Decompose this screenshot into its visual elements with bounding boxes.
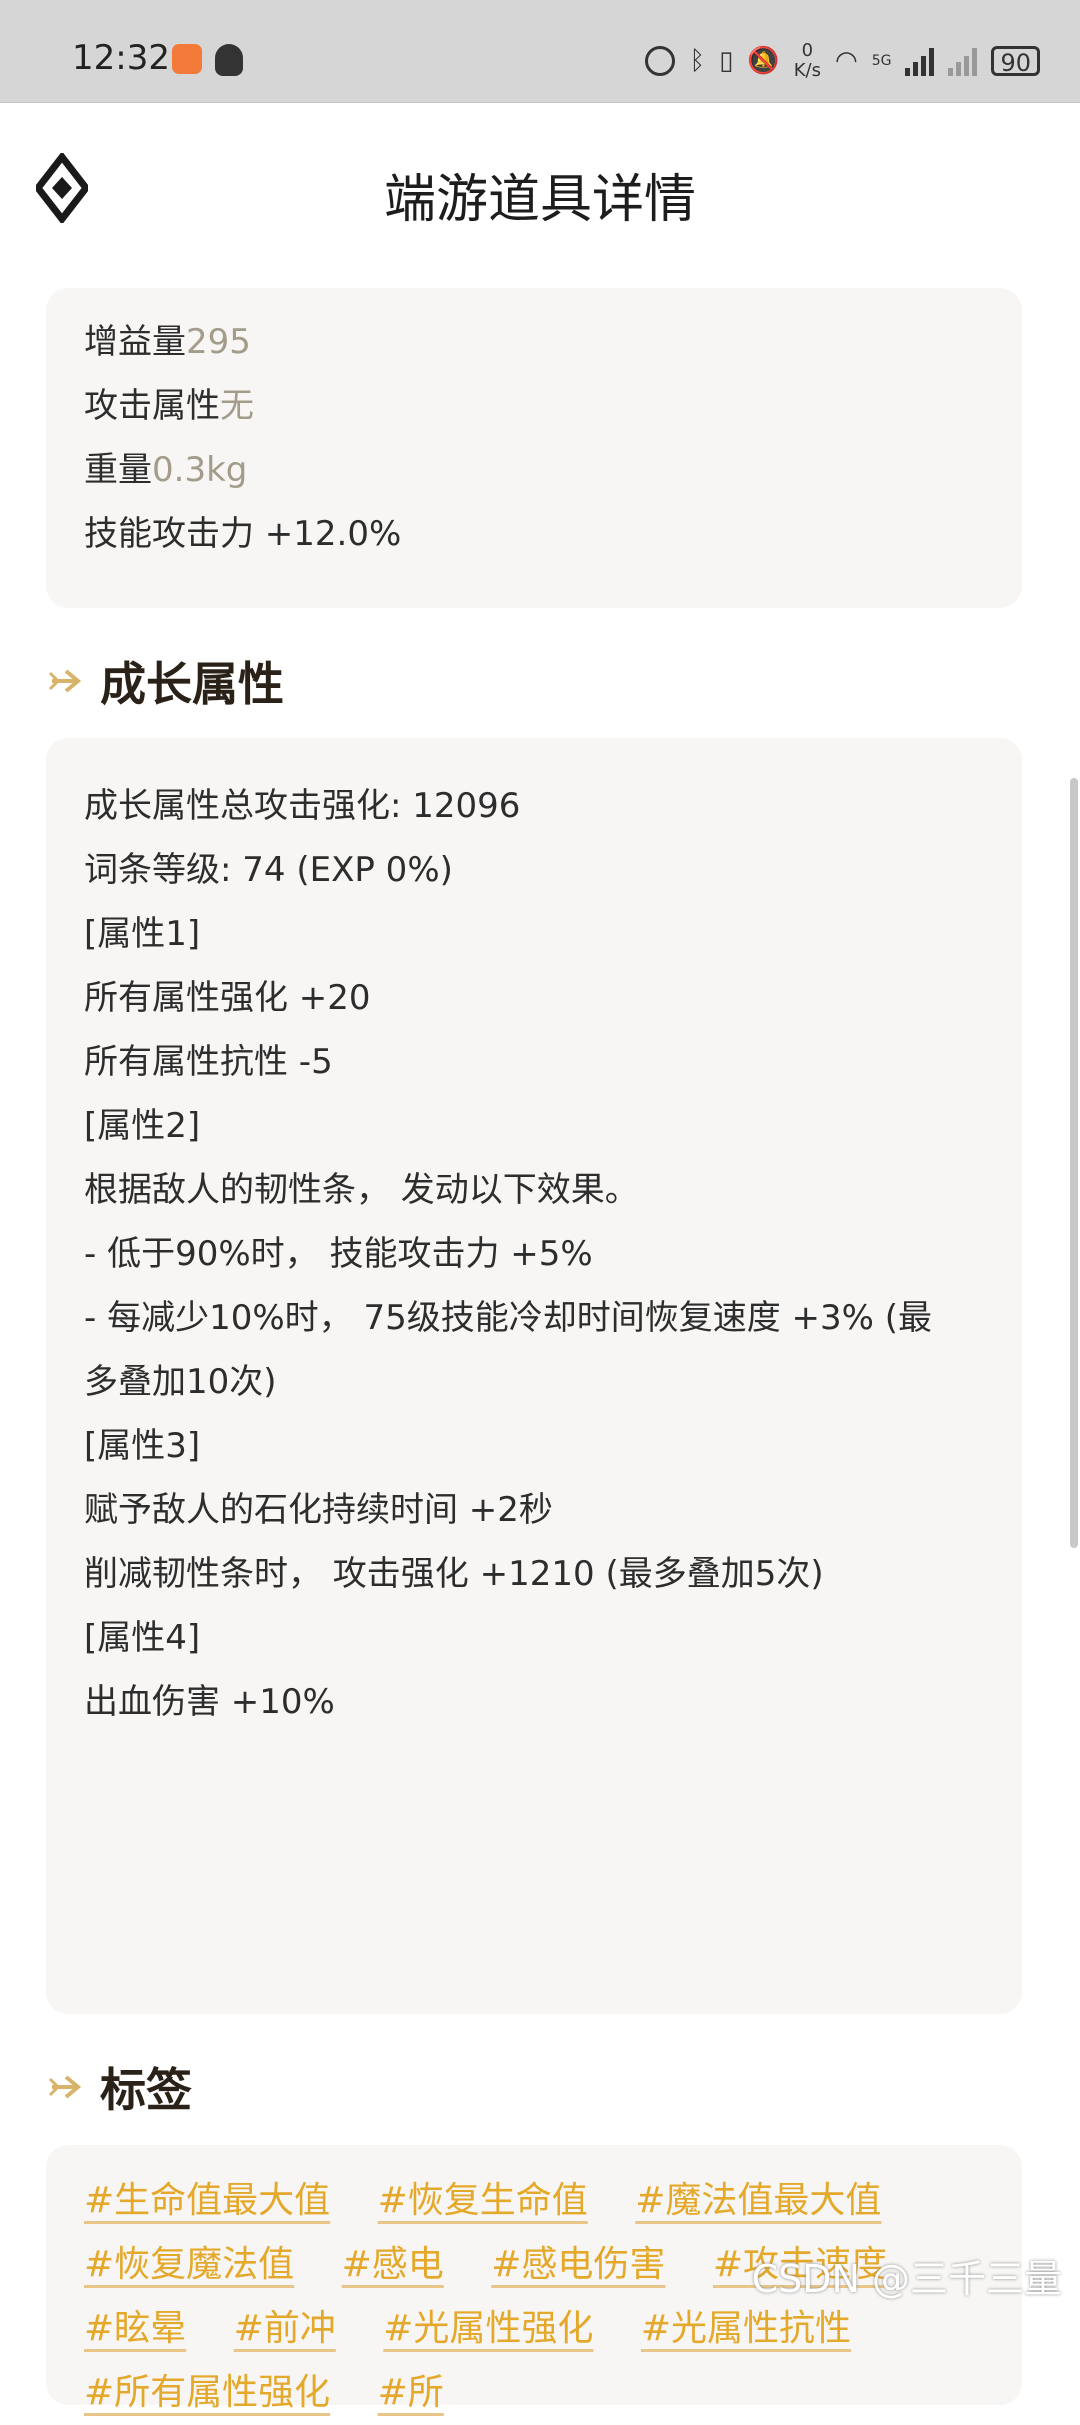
growth-line: 削减韧性条时， 攻击强化 +1210 (最多叠加5次) xyxy=(84,1554,824,1594)
vibrate-icon: ▯ xyxy=(719,46,734,76)
scrollbar[interactable] xyxy=(1070,778,1078,1548)
tag-link[interactable]: #眩晕 xyxy=(84,2308,186,2349)
tag-link[interactable]: #恢复生命值 xyxy=(378,2180,588,2221)
tag-link[interactable]: #所有属性强化 xyxy=(84,2372,330,2413)
signal-strength-icon xyxy=(905,46,935,76)
qq-notification-icon xyxy=(215,44,243,76)
app-notification-icon xyxy=(172,44,202,74)
basic-attributes-card: 增益量295 攻击属性无 重量0.3kg 技能攻击力 +12.0% xyxy=(46,288,1022,608)
page-title: 端游道具详情 xyxy=(383,170,696,230)
growth-line: [属性3] xyxy=(84,1426,201,1466)
growth-section-title: 成长属性 xyxy=(100,657,284,711)
tag-link[interactable]: #前冲 xyxy=(234,2308,336,2349)
attr-weight: 重量0.3kg xyxy=(84,450,248,490)
tag-link[interactable]: #所 xyxy=(378,2372,444,2413)
tags-section-title: 标签 xyxy=(100,2063,192,2117)
growth-line: [属性1] xyxy=(84,914,201,954)
app-header: 端游道具详情 xyxy=(0,103,1080,268)
signal-sim2-icon xyxy=(948,46,978,76)
tag-link[interactable]: #感电 xyxy=(342,2244,444,2285)
bluetooth-icon: ᛒ xyxy=(689,46,706,76)
growth-line: 出血伤害 +10% xyxy=(84,1682,335,1722)
tag-link[interactable]: #感电伤害 xyxy=(491,2244,665,2285)
wifi-icon: ◠ xyxy=(835,46,858,76)
battery-indicator: 90 xyxy=(991,46,1040,77)
attr-gain: 增益量295 xyxy=(84,322,251,362)
tags-section-header: 标签 xyxy=(46,2052,192,2122)
growth-line: [属性2] xyxy=(84,1106,201,1146)
net-speed: 0 K/s xyxy=(793,40,821,81)
growth-line: 根据敌人的韧性条， 发动以下效果。 xyxy=(84,1170,639,1210)
growth-line: 赋予敌人的石化持续时间 +2秒 xyxy=(84,1490,553,1530)
tag-link[interactable]: #生命值最大值 xyxy=(84,2180,330,2221)
growth-line: [属性4] xyxy=(84,1618,201,1658)
tag-link[interactable]: #恢复魔法值 xyxy=(84,2244,294,2285)
growth-section-header: 成长属性 xyxy=(46,646,284,716)
growth-line: 成长属性总攻击强化: 12096 xyxy=(84,786,521,826)
network-type: 5G xyxy=(871,53,892,69)
status-bar: 12:32 ᛒ ▯ 🔕 0 K/s ◠ 5G 90 xyxy=(0,0,1080,103)
alarm-icon xyxy=(645,46,676,76)
attr-skill-attack: 技能攻击力 +12.0% xyxy=(84,514,402,554)
growth-line: 所有属性强化 +20 xyxy=(84,978,371,1018)
growth-line: 多叠加10次) xyxy=(84,1362,277,1402)
attr-attack-element: 攻击属性无 xyxy=(84,386,254,426)
watermark: CSDN @三千三量 xyxy=(751,2257,1062,2301)
growth-line: - 低于90%时， 技能攻击力 +5% xyxy=(84,1234,593,1274)
status-time: 12:32 xyxy=(72,38,170,78)
section-arrow-icon xyxy=(48,2075,82,2099)
tag-link[interactable]: #光属性强化 xyxy=(383,2308,593,2349)
status-icons: ᛒ ▯ 🔕 0 K/s ◠ 5G 90 xyxy=(645,36,1040,86)
growth-line: 词条等级: 74 (EXP 0%) xyxy=(84,850,453,890)
section-arrow-icon xyxy=(48,669,82,693)
tag-link[interactable]: #光属性抗性 xyxy=(641,2308,851,2349)
growth-line: - 每减少10%时， 75级技能冷却时间恢复速度 +3% (最 xyxy=(84,1298,933,1338)
growth-attributes-card: 成长属性总攻击强化: 12096 词条等级: 74 (EXP 0%) [属性1]… xyxy=(46,738,1022,2014)
tag-link[interactable]: #魔法值最大值 xyxy=(635,2180,881,2221)
growth-line: 所有属性抗性 -5 xyxy=(84,1042,333,1082)
mute-icon: 🔕 xyxy=(747,46,780,76)
